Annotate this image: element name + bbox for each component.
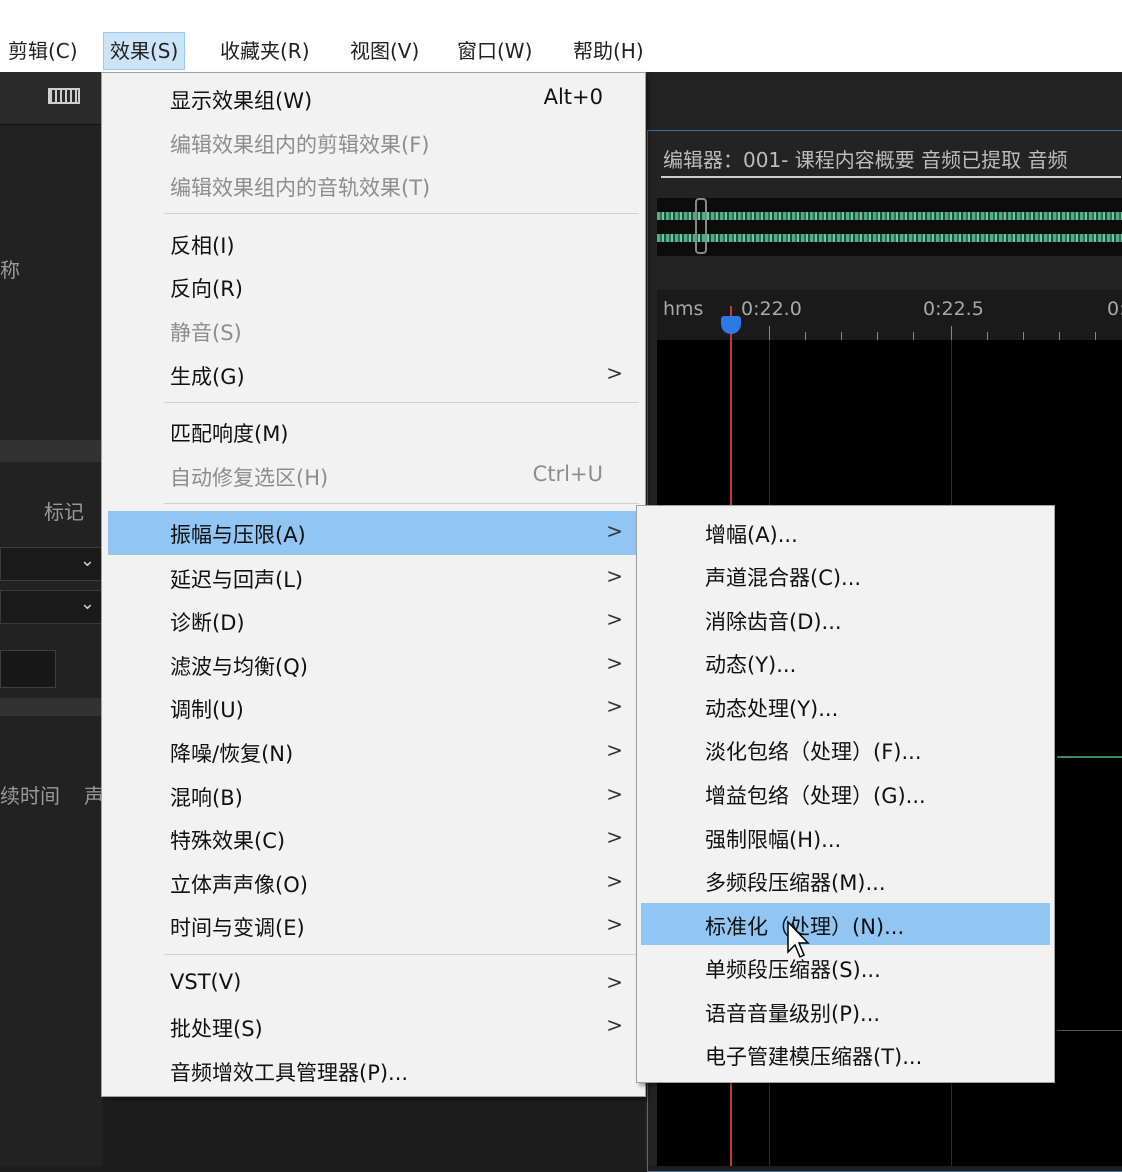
submenu-arrow-icon: > bbox=[606, 825, 623, 849]
menu-item-show-effects-rack[interactable]: 显示效果组(W) Alt+0 bbox=[108, 77, 637, 119]
ruler-tick bbox=[1059, 332, 1060, 340]
menubar: 剪辑(C) 效果(S) 收藏夹(R) 视图(V) 窗口(W) 帮助(H) bbox=[0, 0, 1122, 73]
menu-item-match-loudness[interactable]: 匹配响度(M) bbox=[108, 410, 637, 452]
menu-item-silence: 静音(S) bbox=[170, 321, 242, 345]
ruler-tick bbox=[769, 326, 770, 340]
ruler-tick bbox=[1095, 332, 1096, 340]
menu-item-edit-clip-effects: 编辑效果组内的剪辑效果(F) bbox=[170, 133, 430, 157]
submenu-item-gain-envelope[interactable]: 增益包络（处理）(G)... bbox=[641, 772, 1050, 814]
menu-item-diagnostics[interactable]: 诊断(D) > bbox=[108, 599, 637, 641]
centerline bbox=[1057, 1030, 1122, 1031]
shortcut-label: Alt+0 bbox=[543, 85, 603, 109]
submenu-arrow-icon: > bbox=[606, 694, 623, 718]
menu-item-vst[interactable]: VST(V) > bbox=[108, 962, 637, 1004]
ruler-unit: hms bbox=[663, 298, 704, 320]
submenu-item-deesser[interactable]: 消除齿音(D)... bbox=[641, 598, 1050, 640]
menu-window[interactable]: 窗口(W) bbox=[451, 33, 538, 69]
submenu-item-multiband-compressor[interactable]: 多频段压缩器(M)... bbox=[641, 859, 1050, 901]
waveform-segment bbox=[1057, 756, 1122, 758]
left-toolbar bbox=[0, 72, 102, 125]
submenu-item-single-band-compressor[interactable]: 单频段压缩器(S)... bbox=[641, 946, 1050, 988]
ruler-tick bbox=[877, 332, 878, 340]
editor-title-underline bbox=[661, 176, 1121, 178]
menu-item-reverb[interactable]: 混响(B) > bbox=[108, 774, 637, 816]
overview-wave-left bbox=[657, 212, 1122, 220]
menu-item-plugin-manager[interactable]: 音频增效工具管理器(P)... bbox=[108, 1049, 637, 1091]
ruler-label-2: 0:22.5 bbox=[923, 298, 984, 320]
menu-help[interactable]: 帮助(H) bbox=[567, 33, 650, 69]
menu-item-time-pitch[interactable]: 时间与变调(E) > bbox=[108, 904, 637, 946]
menu-item-auto-heal: 自动修复选区(H) Ctrl+U bbox=[170, 462, 603, 490]
menu-separator bbox=[164, 213, 639, 214]
submenu-arrow-icon: > bbox=[606, 869, 623, 893]
submenu-item-normalize[interactable]: 标准化（处理）(N)... bbox=[641, 903, 1050, 945]
overview-wave-right bbox=[657, 234, 1122, 242]
menu-view[interactable]: 视图(V) bbox=[344, 33, 425, 69]
chevron-down-icon: ⌄ bbox=[79, 550, 95, 571]
submenu-arrow-icon: > bbox=[606, 564, 623, 588]
submenu-arrow-icon: > bbox=[606, 912, 623, 936]
submenu-item-channel-mixer[interactable]: 声道混合器(C)... bbox=[641, 554, 1050, 596]
menu-clip[interactable]: 剪辑(C) bbox=[2, 33, 84, 69]
menu-item-edit-track-effects: 编辑效果组内的音轨效果(T) bbox=[170, 176, 431, 200]
duration-column-label: 续时间 bbox=[0, 784, 60, 808]
left-select-1[interactable]: ⌄ bbox=[0, 547, 102, 581]
amplitude-submenu: 增幅(A)... 声道混合器(C)... 消除齿音(D)... 动态(Y)...… bbox=[636, 505, 1055, 1083]
submenu-item-hard-limiter[interactable]: 强制限幅(H)... bbox=[641, 816, 1050, 858]
ruler-tick bbox=[987, 332, 988, 340]
submenu-arrow-icon: > bbox=[606, 1013, 623, 1037]
menu-item-special[interactable]: 特殊效果(C) > bbox=[108, 817, 637, 859]
menu-favorites[interactable]: 收藏夹(R) bbox=[214, 33, 316, 69]
menu-item-modulation[interactable]: 调制(U) > bbox=[108, 686, 637, 728]
ruler-tick bbox=[951, 326, 952, 340]
ruler-label-3: 0: bbox=[1107, 298, 1122, 320]
submenu-arrow-icon: > bbox=[606, 651, 623, 675]
ruler-tick bbox=[1023, 332, 1024, 340]
submenu-arrow-icon: > bbox=[606, 738, 623, 762]
waveform-overview[interactable] bbox=[657, 198, 1122, 256]
shortcut-label: Ctrl+U bbox=[532, 462, 603, 486]
submenu-item-tube-compressor[interactable]: 电子管建模压缩器(T)... bbox=[641, 1033, 1050, 1075]
menu-item-generate[interactable]: 生成(G) > bbox=[108, 353, 637, 395]
ruler-tick bbox=[805, 332, 806, 340]
menu-item-delay-echo[interactable]: 延迟与回声(L) > bbox=[108, 556, 637, 598]
submenu-item-speech-volume-leveler[interactable]: 语音音量级别(P)... bbox=[641, 990, 1050, 1032]
menu-separator bbox=[164, 503, 639, 504]
menu-item-batch[interactable]: 批处理(S) > bbox=[108, 1005, 637, 1047]
ruler-tick bbox=[913, 332, 914, 340]
menu-item-filter-eq[interactable]: 滤波与均衡(Q) > bbox=[108, 643, 637, 685]
menu-item-stereo-imagery[interactable]: 立体声声像(O) > bbox=[108, 861, 637, 903]
left-input[interactable] bbox=[0, 650, 56, 688]
left-divider-2 bbox=[0, 698, 102, 716]
menu-item-amplitude-compression[interactable]: 振幅与压限(A) > bbox=[108, 511, 637, 555]
ruler-label-1: 0:22.0 bbox=[741, 298, 802, 320]
submenu-arrow-icon: > bbox=[606, 361, 623, 385]
editor-title: 编辑器：001- 课程内容概要 音频已提取 音频 bbox=[663, 148, 1068, 172]
overview-viewport-handle[interactable] bbox=[695, 198, 707, 254]
column-name-label: 称 bbox=[0, 258, 20, 282]
submenu-item-amplify[interactable]: 增幅(A)... bbox=[641, 511, 1050, 553]
menu-item-reverse[interactable]: 反向(R) bbox=[108, 265, 637, 307]
submenu-item-dynamics-processing[interactable]: 动态处理(Y)... bbox=[641, 685, 1050, 727]
effects-menu: 显示效果组(W) Alt+0 编辑效果组内的剪辑效果(F) 编辑效果组内的音轨效… bbox=[101, 72, 646, 1097]
marker-label: 标记 bbox=[44, 500, 84, 524]
waveform-view-icon[interactable] bbox=[48, 88, 80, 104]
left-select-2[interactable]: ⌄ bbox=[0, 590, 102, 624]
submenu-item-dynamics[interactable]: 动态(Y)... bbox=[641, 641, 1050, 683]
submenu-arrow-icon: > bbox=[606, 782, 623, 806]
submenu-item-fade-envelope[interactable]: 淡化包络（处理）(F)... bbox=[641, 728, 1050, 770]
mouse-cursor-icon bbox=[787, 920, 810, 959]
menu-effects[interactable]: 效果(S) bbox=[103, 32, 186, 70]
submenu-arrow-icon: > bbox=[606, 519, 623, 543]
left-panel: 称 标记 ⌄ ⌄ 续时间 声 bbox=[0, 72, 104, 1166]
chevron-down-icon: ⌄ bbox=[79, 593, 95, 614]
left-divider bbox=[0, 440, 102, 462]
menu-item-invert[interactable]: 反相(I) bbox=[108, 222, 637, 264]
submenu-arrow-icon: > bbox=[606, 970, 623, 994]
menu-item-noise-reduction[interactable]: 降噪/恢复(N) > bbox=[108, 730, 637, 772]
submenu-arrow-icon: > bbox=[606, 607, 623, 631]
menu-separator bbox=[164, 954, 639, 955]
ruler-tick bbox=[841, 332, 842, 340]
menu-separator bbox=[164, 402, 639, 403]
